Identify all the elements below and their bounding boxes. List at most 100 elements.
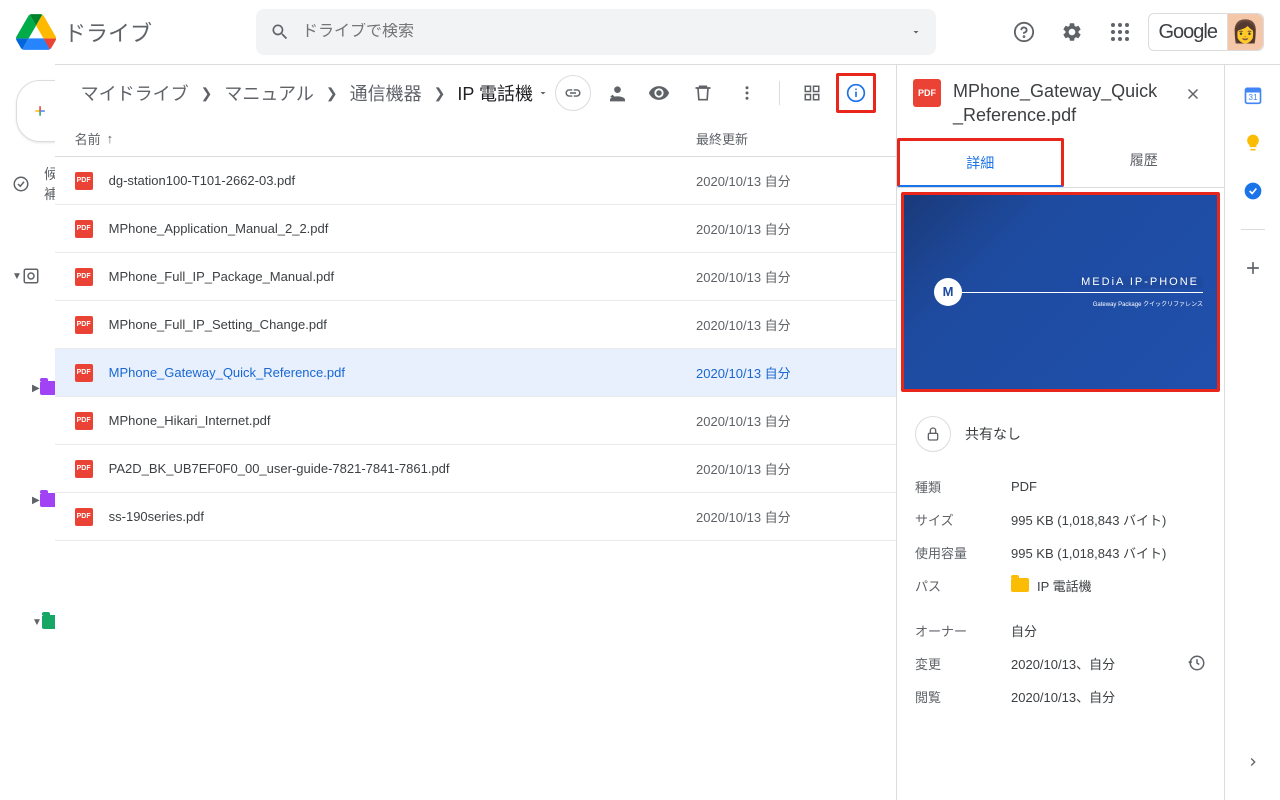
sidebar-folder-comm[interactable]: ▼ 通信機器	[0, 782, 55, 800]
meta-label: オーナー	[915, 621, 1011, 640]
file-date: 2020/10/13 自分	[696, 507, 876, 526]
keep-icon[interactable]	[1243, 133, 1263, 153]
pdf-icon: PDF	[75, 172, 93, 190]
chevron-down-icon[interactable]: ▼	[32, 617, 42, 628]
meta-label: パス	[915, 576, 1011, 595]
dropdown-icon	[537, 87, 549, 99]
folder-icon	[1011, 578, 1029, 592]
chevron-right-icon: ❯	[201, 85, 213, 102]
file-name: dg-station100-T101-2662-03.pdf	[109, 173, 696, 188]
details-tabs: 詳細 履歴	[897, 138, 1224, 188]
share-button[interactable]	[595, 73, 635, 113]
file-row[interactable]: PDF ss-190series.pdf 2020/10/13 自分	[55, 493, 896, 541]
chevron-right-icon[interactable]: ▶	[32, 495, 40, 506]
toolbar-actions	[555, 73, 876, 113]
file-row[interactable]: PDF MPhone_Hikari_Internet.pdf 2020/10/1…	[55, 397, 896, 445]
main: 新規 候補 ▼ マイドライブ ▶ デザイン ▶ パンフレット ▼ マニュアル	[0, 64, 1280, 800]
more-actions-button[interactable]	[727, 73, 767, 113]
sidebar-my-drive[interactable]: ▼ マイドライブ	[0, 210, 43, 342]
file-preview-thumbnail[interactable]: M MEDiA IP-PHONE Gateway Package クイックリファ…	[901, 192, 1220, 392]
history-icon[interactable]	[1188, 654, 1206, 672]
drive-icon	[22, 267, 40, 285]
search-dropdown-icon[interactable]	[910, 26, 922, 38]
tasks-icon[interactable]	[1243, 181, 1263, 201]
file-row[interactable]: PDF MPhone_Application_Manual_2_2.pdf 20…	[55, 205, 896, 253]
logo[interactable]: ドライブ	[16, 12, 256, 52]
sidebar-folder-manual[interactable]: ▼ マニュアル	[0, 566, 43, 678]
meta-value: 自分	[1011, 621, 1206, 640]
file-list: PDF dg-station100-T101-2662-03.pdf 2020/…	[55, 157, 896, 800]
file-row[interactable]: PDF MPhone_Full_IP_Package_Manual.pdf 20…	[55, 253, 896, 301]
collapse-rail-button[interactable]	[1235, 744, 1271, 780]
meta-label: サイズ	[915, 510, 1011, 529]
pdf-icon: PDF	[75, 268, 93, 286]
breadcrumb-item[interactable]: マニュアル	[218, 76, 319, 110]
pdf-icon: PDF	[75, 412, 93, 430]
sidebar-candidates[interactable]: 候補	[0, 158, 43, 210]
sort-asc-icon: ↑	[107, 131, 114, 146]
delete-button[interactable]	[683, 73, 723, 113]
file-name: MPhone_Gateway_Quick_Reference.pdf	[109, 365, 696, 380]
file-row[interactable]: PDF PA2D_BK_UB7EF0F0_00_user-guide-7821-…	[55, 445, 896, 493]
file-date: 2020/10/13 自分	[696, 315, 876, 334]
pdf-icon: PDF	[75, 220, 93, 238]
details-header: PDF MPhone_Gateway_Quick_Reference.pdf	[897, 65, 1224, 138]
file-row[interactable]: PDF MPhone_Gateway_Quick_Reference.pdf 2…	[55, 349, 896, 397]
pdf-icon: PDF	[75, 316, 93, 334]
tab-history[interactable]: 履歴	[1064, 138, 1225, 187]
chevron-down-icon[interactable]: ▼	[12, 271, 22, 282]
chevron-right-icon: ❯	[326, 85, 338, 102]
meta-value: 995 KB (1,018,843 バイト)	[1011, 510, 1206, 529]
avatar[interactable]: 👩	[1227, 14, 1263, 50]
sidebar: 新規 候補 ▼ マイドライブ ▶ デザイン ▶ パンフレット ▼ マニュアル	[0, 64, 55, 800]
calendar-icon[interactable]: 31	[1243, 85, 1263, 105]
search-icon	[270, 22, 290, 42]
meta-label: 閲覧	[915, 687, 1011, 706]
search-bar[interactable]	[256, 9, 936, 55]
help-button[interactable]	[1004, 12, 1044, 52]
meta-value-path[interactable]: IP 電話機	[1011, 576, 1206, 595]
file-date: 2020/10/13 自分	[696, 267, 876, 286]
view-details-button[interactable]	[836, 73, 876, 113]
file-row[interactable]: PDF dg-station100-T101-2662-03.pdf 2020/…	[55, 157, 896, 205]
new-button[interactable]: 新規	[16, 80, 55, 142]
apps-button[interactable]	[1100, 12, 1140, 52]
file-date: 2020/10/13 自分	[696, 411, 876, 430]
column-header-modified[interactable]: 最終更新	[696, 129, 876, 148]
get-link-button[interactable]	[555, 75, 591, 111]
details-panel: PDF MPhone_Gateway_Quick_Reference.pdf 詳…	[896, 65, 1224, 800]
breadcrumb-item-current[interactable]: IP 電話機	[451, 76, 555, 110]
google-logo[interactable]: Google	[1149, 17, 1228, 48]
breadcrumb-item[interactable]: 通信機器	[344, 76, 428, 110]
sidebar-folder-vehicle[interactable]: ▶ 車両	[0, 678, 55, 730]
search-input[interactable]	[302, 23, 898, 41]
metadata-table: 種類PDF サイズ995 KB (1,018,843 バイト) 使用容量995 …	[897, 466, 1224, 733]
grid-view-button[interactable]	[792, 73, 832, 113]
meta-label: 種類	[915, 477, 1011, 496]
file-area: マイドライブ ❯ マニュアル ❯ 通信機器 ❯ IP 電話機	[55, 65, 896, 800]
sidebar-folder-lighting[interactable]: ▶ 照明	[0, 730, 55, 782]
breadcrumb-item[interactable]: マイドライブ	[75, 76, 195, 110]
lock-icon[interactable]	[915, 416, 951, 452]
file-row[interactable]: PDF MPhone_Full_IP_Setting_Change.pdf 20…	[55, 301, 896, 349]
tab-details[interactable]: 詳細	[897, 138, 1064, 187]
file-name: PA2D_BK_UB7EF0F0_00_user-guide-7821-7841…	[109, 461, 696, 476]
close-details-button[interactable]	[1178, 79, 1208, 109]
rail-separator	[1241, 229, 1265, 230]
pdf-icon: PDF	[913, 79, 941, 107]
app-name: ドライブ	[64, 16, 152, 48]
share-status-text: 共有なし	[965, 424, 1021, 444]
pdf-icon: PDF	[75, 364, 93, 382]
file-name: ss-190series.pdf	[109, 509, 696, 524]
file-date: 2020/10/13 自分	[696, 219, 876, 238]
file-name: MPhone_Hikari_Internet.pdf	[109, 413, 696, 428]
column-header-name[interactable]: 名前 ↑	[75, 129, 696, 148]
folder-icon	[40, 381, 55, 395]
sidebar-folder-design[interactable]: ▶ デザイン	[0, 342, 43, 434]
chevron-right-icon[interactable]: ▶	[32, 383, 40, 394]
preview-button[interactable]	[639, 73, 679, 113]
sidebar-folder-pamphlet[interactable]: ▶ パンフレット	[0, 434, 43, 566]
settings-button[interactable]	[1052, 12, 1092, 52]
add-addon-icon[interactable]	[1243, 258, 1263, 278]
share-status-row: 共有なし	[897, 402, 1224, 466]
